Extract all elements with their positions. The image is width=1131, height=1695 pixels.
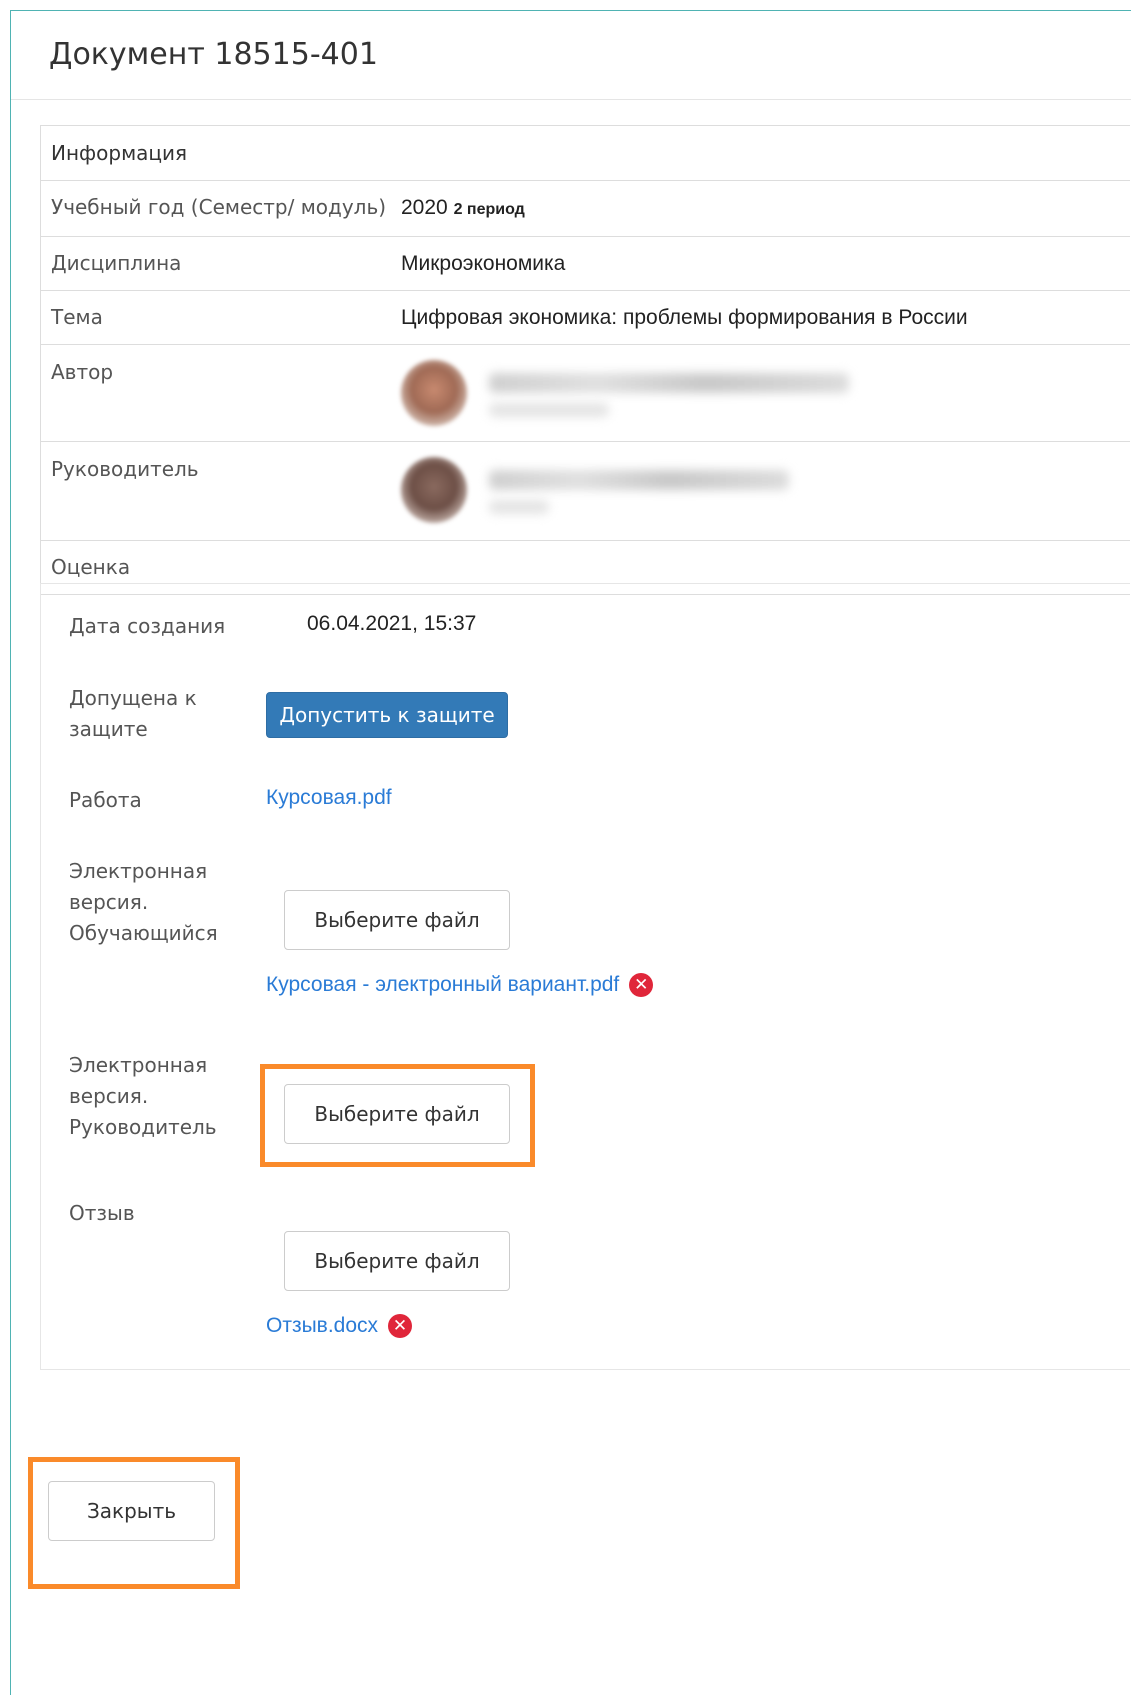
student-version-label: Электронная версия. Обучающийся	[69, 859, 218, 945]
supervisor-person[interactable]	[401, 442, 1130, 538]
created-date-label: Дата создания	[69, 614, 226, 638]
work-file-name: Курсовая.pdf	[266, 786, 392, 809]
blurred-name	[489, 363, 869, 423]
table-row: Дисциплина Микроэкономика	[40, 236, 1130, 291]
blurred-name	[489, 460, 869, 520]
academic-year-text: 2020	[401, 196, 448, 219]
info-table-header-row: Информация	[40, 125, 1130, 181]
avatar	[401, 360, 467, 426]
admitted-label: Допущена к защите	[69, 686, 197, 741]
work-label: Работа	[69, 788, 142, 812]
table-row: Руководитель	[40, 441, 1130, 541]
academic-year-label: Учебный год (Семестр/ модуль)	[40, 180, 401, 237]
review-label: Отзыв	[69, 1201, 135, 1225]
author-label: Автор	[40, 344, 401, 442]
supervisor-value	[401, 441, 1130, 541]
remove-icon[interactable]: ✕	[629, 973, 654, 997]
close-button[interactable]: Закрыть	[48, 1481, 215, 1541]
academic-year-value: 2020 2 период	[401, 180, 1130, 237]
header-divider	[11, 99, 1131, 100]
student-file-row: Курсовая - электронный вариант.pdf ✕	[266, 973, 654, 997]
academic-period-text: 2 период	[453, 201, 525, 218]
avatar	[401, 457, 467, 523]
info-table: Информация Учебный год (Семестр/ модуль)…	[40, 125, 1130, 595]
info-section-title: Информация	[40, 125, 1130, 181]
supervisor-label: Руководитель	[40, 441, 401, 541]
created-date-value: 06.04.2021, 15:37	[307, 612, 477, 635]
table-row: Тема Цифровая экономика: проблемы формир…	[40, 290, 1130, 345]
student-file-link[interactable]: Курсовая - электронный вариант.pdf	[266, 973, 619, 997]
student-choose-file-button[interactable]: Выберите файл	[284, 890, 510, 950]
page-title: Документ 18515-401	[49, 37, 378, 72]
discipline-label: Дисциплина	[40, 236, 401, 291]
review-file-row: Отзыв.docx ✕	[266, 1314, 413, 1338]
review-choose-file-button[interactable]: Выберите файл	[284, 1231, 510, 1291]
topic-value: Цифровая экономика: проблемы формировани…	[401, 290, 1130, 345]
table-row: Учебный год (Семестр/ модуль) 2020 2 пер…	[40, 180, 1130, 237]
remove-icon[interactable]: ✕	[388, 1314, 413, 1338]
author-person[interactable]	[401, 345, 1130, 441]
topic-label: Тема	[40, 290, 401, 345]
admit-to-defense-button[interactable]: Допустить к защите	[266, 692, 508, 738]
table-row: Автор	[40, 344, 1130, 442]
work-file-link[interactable]: Курсовая.pdf	[266, 786, 392, 810]
author-value	[401, 344, 1130, 442]
discipline-value: Микроэкономика	[401, 236, 1130, 291]
review-file-link[interactable]: Отзыв.docx	[266, 1314, 378, 1338]
supervisor-choose-file-button[interactable]: Выберите файл	[284, 1084, 510, 1144]
supervisor-version-label: Электронная версия. Руководитель	[69, 1053, 217, 1139]
